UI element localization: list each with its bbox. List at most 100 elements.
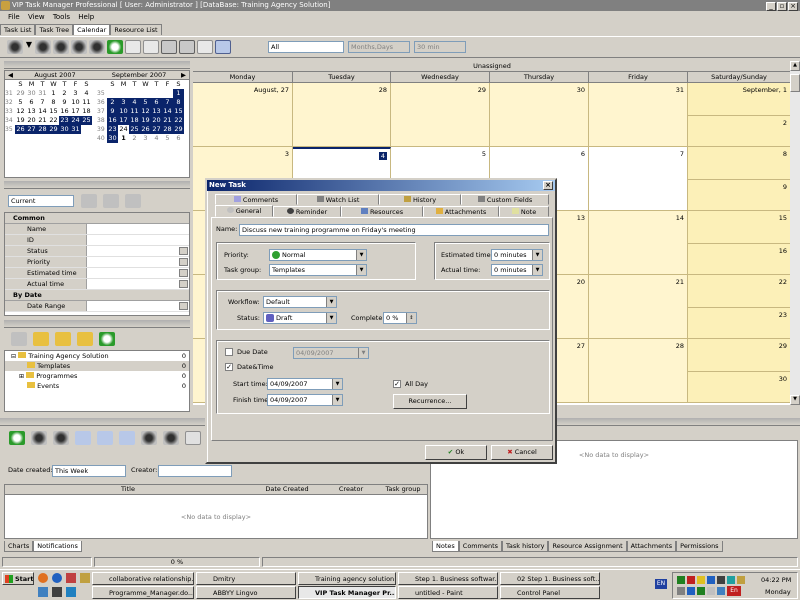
chevron-down-icon[interactable]: ▼ [532,250,542,260]
mini-day[interactable]: 11 [129,107,140,116]
minimize-button[interactable]: _ [766,2,776,11]
sunday-half[interactable]: 9 [688,179,790,191]
actual-time-combo[interactable]: 0 minutes ▼ [491,264,543,276]
mini-day[interactable]: 12 [140,107,151,116]
keyboard-layout-icon[interactable]: En [727,586,741,596]
mini-day[interactable]: 4 [151,134,162,143]
filter-row-daterange[interactable]: Date Range [5,301,189,312]
mini-day[interactable]: 30 [26,89,37,98]
calendar-day-cell[interactable]: 7 [589,147,688,211]
tray-icon[interactable] [737,576,745,584]
menu-file[interactable]: File [8,13,20,21]
tree-refresh-icon[interactable] [99,332,115,346]
work-week-icon[interactable] [143,40,159,54]
quicklaunch4-icon[interactable] [52,587,62,597]
mini-day[interactable]: 26 [140,125,151,134]
task-button[interactable]: untitled - Paint [398,586,498,599]
workflow-combo[interactable]: Default ▼ [263,296,337,308]
mini-day[interactable] [81,125,92,134]
mini-day[interactable]: 31 [37,89,48,98]
mini-day[interactable]: 5 [15,98,26,107]
menu-help[interactable]: Help [78,13,94,21]
scale-combo[interactable]: Months,Days [348,41,410,53]
view-eye4-icon[interactable] [89,40,105,54]
chevron-down-icon[interactable]: ▼ [332,379,342,389]
calendar-day-cell[interactable]: 31 [589,83,688,147]
tray-icon[interactable] [717,576,725,584]
cancel-button[interactable]: ✖ Cancel [491,445,553,460]
mini-day[interactable]: 11 [81,98,92,107]
timeline-icon[interactable] [197,40,213,54]
column-creator[interactable]: Creator [323,485,379,494]
mini-day[interactable]: 2 [59,89,70,98]
mini-day[interactable]: 3 [70,89,81,98]
filter-preset-combo[interactable]: Current [8,195,74,207]
next-month-icon[interactable]: ▶ [181,71,186,80]
mini-day[interactable]: 28 [37,125,48,134]
tab-general[interactable]: General [215,205,273,217]
filter-row-id[interactable]: ID [5,235,189,246]
mini-day[interactable]: 30 [107,134,118,143]
task-button[interactable]: collaborative relationship... [92,572,194,585]
name-field[interactable]: Discuss new training programme on Friday… [239,224,549,236]
tab-comments[interactable]: Comments [458,541,503,552]
finish-time-picker[interactable]: 04/09/2007 ▼ [267,394,343,406]
date-created-combo[interactable]: This Week [52,465,126,477]
task-button[interactable]: Training agency solution [298,572,396,585]
task-group-combo[interactable]: Templates ▼ [269,264,367,276]
sunday-half[interactable]: 16 [688,243,790,255]
task-button[interactable]: Step 1. Business softwar... [398,572,498,585]
chevron-down-icon[interactable] [179,302,188,310]
filter-row-status[interactable]: Status [5,246,189,257]
tray-icon[interactable] [677,576,685,584]
mini-day[interactable]: 25 [81,116,92,125]
mini-day[interactable]: 14 [162,107,173,116]
estimated-time-combo[interactable]: 0 minutes ▼ [491,249,543,261]
dialog-close-button[interactable]: × [543,181,553,190]
mini-day[interactable] [129,89,140,98]
chevron-down-icon[interactable] [179,280,188,288]
mini-day[interactable]: 13 [26,107,37,116]
tray-icon[interactable] [677,587,685,595]
chevron-down-icon[interactable]: ▼ [332,395,342,405]
calendar-day-cell[interactable]: 14 [589,211,688,275]
close-button[interactable]: × [788,2,798,11]
prev-month-icon[interactable]: ◀ [8,71,13,80]
filter-save-icon[interactable] [103,194,119,208]
creator-combo[interactable] [158,465,232,477]
view-eye-icon[interactable] [35,40,51,54]
scroll-thumb[interactable] [790,74,800,92]
mini-day[interactable]: 27 [26,125,37,134]
chevron-down-icon[interactable]: ▼ [356,250,366,260]
filter-section-common[interactable]: Common [5,213,189,224]
task-button[interactable]: ABBYY Lingvo [196,586,296,599]
task-button[interactable]: Control Panel [500,586,600,599]
mini-day[interactable]: 4 [129,98,140,107]
group-icon[interactable] [215,40,231,54]
filter-combo[interactable]: All [268,41,344,53]
weekend-cell[interactable]: 22 23 [688,275,791,339]
mini-day[interactable]: 22 [48,116,59,125]
mini-day[interactable] [162,89,173,98]
mini-day[interactable]: 4 [81,89,92,98]
tab-attachments[interactable]: Attachments [423,206,499,217]
filter-section-bydate[interactable]: By Date [5,290,189,301]
calendar-day-cell[interactable]: 28 [589,339,688,403]
spinner-arrows-icon[interactable]: ⇕ [406,313,416,323]
task-button[interactable]: Dmitry [196,572,296,585]
tree-item-events[interactable]: Events 0 [5,381,189,391]
tray-icon[interactable] [707,587,715,595]
chevron-down-icon[interactable]: ▼ [532,265,542,275]
refresh-icon[interactable] [107,40,123,54]
mini-day[interactable]: 21 [37,116,48,125]
mini-day[interactable]: 30 [59,125,70,134]
bottom-mail2-icon[interactable] [97,431,113,445]
menu-view[interactable]: View [28,13,45,21]
tab-attachments[interactable]: Attachments [626,541,677,552]
mini-day[interactable]: 29 [48,125,59,134]
day-view-icon[interactable] [125,40,141,54]
mini-day[interactable] [118,89,129,98]
complete-spinner[interactable]: 0 % ⇕ [383,312,417,324]
weekend-cell[interactable]: 15 16 [688,211,791,275]
filter-icon[interactable] [81,194,97,208]
